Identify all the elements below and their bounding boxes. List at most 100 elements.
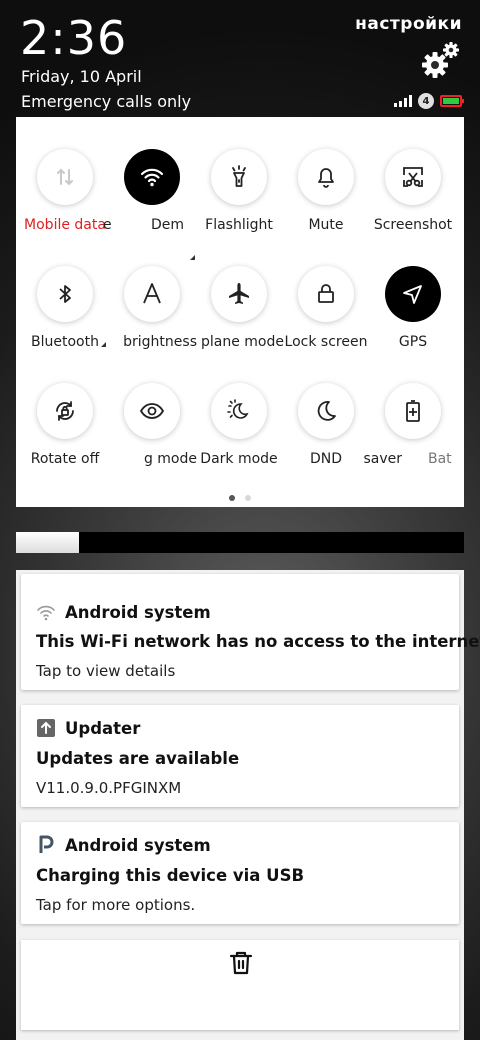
clear-all-card xyxy=(21,940,459,1030)
expand-caret-icon xyxy=(101,342,106,347)
bell-icon xyxy=(318,168,334,188)
lock-icon xyxy=(318,284,334,303)
tile-label: Mobile data xyxy=(24,217,106,233)
app-name: Android system xyxy=(65,835,211,855)
notification-card[interactable]: Android system This Wi-Fi network has no… xyxy=(21,574,480,690)
page-indicator xyxy=(16,495,464,501)
tile-label: Rotate off xyxy=(30,451,100,467)
eye-icon xyxy=(139,403,165,419)
tile-bluetooth-button[interactable] xyxy=(37,266,93,322)
tile-reading-mode[interactable]: g mode xyxy=(107,383,197,467)
tile-mobile-data-button[interactable] xyxy=(37,149,93,205)
tile-gps-button[interactable] xyxy=(385,266,441,322)
brightness-slider-fill xyxy=(16,532,79,553)
screenshot-icon xyxy=(403,167,423,187)
quick-settings-panel: Mobile data e Dem Flashlight Mute Screen… xyxy=(16,117,464,507)
notification-card[interactable]: Updater Updates are available V11.0.9.0.… xyxy=(21,705,459,807)
notification-text: Tap for more options. xyxy=(36,896,196,914)
rotate-lock-icon xyxy=(56,401,74,421)
settings-link[interactable]: настройки xyxy=(355,14,462,34)
tile-label: Dark mode xyxy=(200,451,278,467)
tile-label: Bat xyxy=(428,451,452,467)
notification-title: Charging this device via USB xyxy=(36,866,305,885)
app-name: Updater xyxy=(65,718,141,738)
mobile-data-icon xyxy=(57,168,73,186)
tile-screenshot-button[interactable] xyxy=(385,149,441,205)
tile-gps[interactable]: GPS xyxy=(368,266,458,350)
expand-caret-icon xyxy=(190,255,195,260)
wifi-question-icon xyxy=(36,602,56,622)
tile-label: DND xyxy=(309,451,343,467)
moon-icon xyxy=(317,401,336,421)
tile-lock-screen-button[interactable] xyxy=(298,266,354,322)
tile-mute-button[interactable] xyxy=(298,149,354,205)
tile-dnd[interactable]: DND xyxy=(281,383,371,467)
tile-wifi-button[interactable] xyxy=(124,149,180,205)
auto-brightness-icon xyxy=(143,283,161,304)
tile-mute[interactable]: Mute xyxy=(281,149,371,233)
quick-settings-row: Rotate off g mode Dark mode DND saver Ba… xyxy=(16,383,464,473)
tile-label: GPS xyxy=(398,334,428,350)
tile-label: Mute xyxy=(308,217,344,233)
tile-lock-screen[interactable]: Lock screen xyxy=(281,266,371,350)
tile-label: Flashlight xyxy=(205,217,273,233)
tile-brightness[interactable]: brightness xyxy=(107,266,197,350)
page-dot[interactable] xyxy=(229,495,235,501)
flashlight-icon xyxy=(232,165,246,187)
tile-rotate-button[interactable] xyxy=(37,383,93,439)
tile-dnd-button[interactable] xyxy=(298,383,354,439)
notification-header: Android system xyxy=(36,835,211,855)
airplane-icon xyxy=(229,283,249,304)
battery-icon xyxy=(440,95,464,107)
battery-saver-icon xyxy=(406,400,420,422)
tile-label: Screenshot xyxy=(373,217,453,233)
gear-icon[interactable] xyxy=(418,40,462,80)
notification-card[interactable]: Android system Charging this device via … xyxy=(21,822,459,924)
tile-label: g mode xyxy=(143,451,197,467)
tile-dark-mode[interactable]: Dark mode xyxy=(194,383,284,467)
tile-bluetooth[interactable]: Bluetooth xyxy=(20,266,110,350)
signal-icon xyxy=(394,95,412,107)
notification-header: Android system xyxy=(36,602,211,622)
tile-battery-saver[interactable]: saver Bat xyxy=(363,383,458,467)
tile-dark-mode-button[interactable] xyxy=(211,383,267,439)
network-badge: 4 xyxy=(418,93,434,109)
tile-airplane-button[interactable] xyxy=(211,266,267,322)
trash-icon[interactable] xyxy=(226,948,256,978)
quick-settings-row: Mobile data e Dem Flashlight Mute Screen… xyxy=(16,149,464,260)
brightness-slider[interactable] xyxy=(16,532,464,553)
tile-screenshot[interactable]: Screenshot xyxy=(368,149,458,233)
notification-title: This Wi-Fi network has no access to the … xyxy=(36,632,480,651)
tile-battery-saver-button[interactable] xyxy=(385,383,441,439)
wifi-icon xyxy=(140,168,164,187)
quick-settings-row: Bluetooth brightness plane mode Lock scr… xyxy=(16,266,464,356)
tile-flashlight[interactable]: Flashlight xyxy=(194,149,284,233)
tile-airplane[interactable]: plane mode xyxy=(194,266,284,350)
tile-label: Lock screen xyxy=(284,334,368,350)
tile-reading-mode-button[interactable] xyxy=(124,383,180,439)
tile-mobile-data[interactable]: Mobile data xyxy=(20,149,110,233)
updater-icon xyxy=(36,718,56,738)
bluetooth-icon xyxy=(59,285,71,303)
tile-wifi[interactable]: e Dem xyxy=(103,149,197,260)
clock: 2:36 xyxy=(20,11,128,65)
notification-title: Updates are available xyxy=(36,749,240,768)
tile-label: brightness xyxy=(123,334,197,350)
notification-header: Updater xyxy=(36,718,140,738)
tile-label: e xyxy=(103,217,112,233)
notification-list: Android system This Wi-Fi network has no… xyxy=(16,570,480,1040)
tile-label: Dem xyxy=(151,217,185,233)
gps-icon xyxy=(403,285,422,304)
tile-brightness-button[interactable] xyxy=(124,266,180,322)
network-status: Emergency calls only xyxy=(21,92,192,111)
tile-rotate[interactable]: Rotate off xyxy=(20,383,110,467)
dark-mode-icon xyxy=(227,399,249,419)
tile-flashlight-button[interactable] xyxy=(211,149,267,205)
tile-label: plane mode xyxy=(201,334,284,350)
notification-text: Tap to view details xyxy=(36,662,176,680)
tile-label: saver xyxy=(363,451,402,467)
date-label: Friday, 10 April xyxy=(21,67,142,86)
status-icons: 4 xyxy=(394,93,464,109)
page-dot[interactable] xyxy=(245,495,251,501)
notification-text: V11.0.9.0.PFGINXM xyxy=(36,779,182,797)
